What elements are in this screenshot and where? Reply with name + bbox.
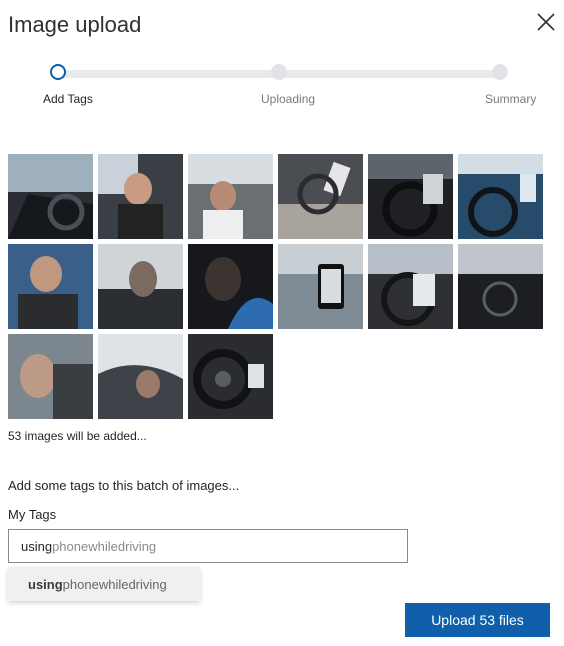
image-thumbnail (98, 154, 183, 239)
progress-stepper: Add Tags Uploading Summary (0, 62, 564, 112)
image-thumbnail (188, 244, 273, 329)
image-thumbnail (188, 334, 273, 419)
step-label-summary: Summary (485, 92, 537, 106)
dialog-title: Image upload (8, 12, 142, 37)
image-thumbnail (458, 244, 543, 329)
image-thumbnail (368, 244, 453, 329)
image-thumbnail (98, 334, 183, 419)
image-thumbnail (368, 154, 453, 239)
tag-input-typed-text: using (21, 538, 53, 554)
close-button[interactable] (534, 10, 558, 34)
image-thumbnail (98, 244, 183, 329)
image-thumbnail (188, 154, 273, 239)
step-label-add-tags: Add Tags (43, 92, 93, 106)
step-dot-summary (492, 64, 508, 80)
my-tags-label: My Tags (8, 507, 57, 522)
step-label-uploading: Uploading (261, 92, 316, 106)
tag-suggestion-item[interactable]: using phonewhiledriving (8, 567, 200, 601)
tag-input-autocomplete-text: phonewhiledriving (52, 538, 157, 554)
suggestion-match-text: using (28, 576, 63, 592)
step-dot-add-tags (50, 64, 66, 80)
image-thumbnail (458, 154, 543, 239)
close-icon (537, 13, 555, 31)
image-count-text: 53 images will be added... (8, 429, 147, 443)
step-dot-uploading (271, 64, 287, 80)
image-thumbnail (278, 244, 363, 329)
upload-button[interactable]: Upload 53 files (405, 603, 550, 637)
tag-input[interactable]: using phonewhiledriving (8, 529, 408, 563)
image-thumbnail (278, 154, 363, 239)
image-thumbnail (8, 244, 93, 329)
image-thumbnail (8, 334, 93, 419)
tags-prompt: Add some tags to this batch of images... (8, 478, 240, 493)
image-thumbnail (8, 154, 93, 239)
suggestion-rest-text: phonewhiledriving (62, 576, 167, 592)
